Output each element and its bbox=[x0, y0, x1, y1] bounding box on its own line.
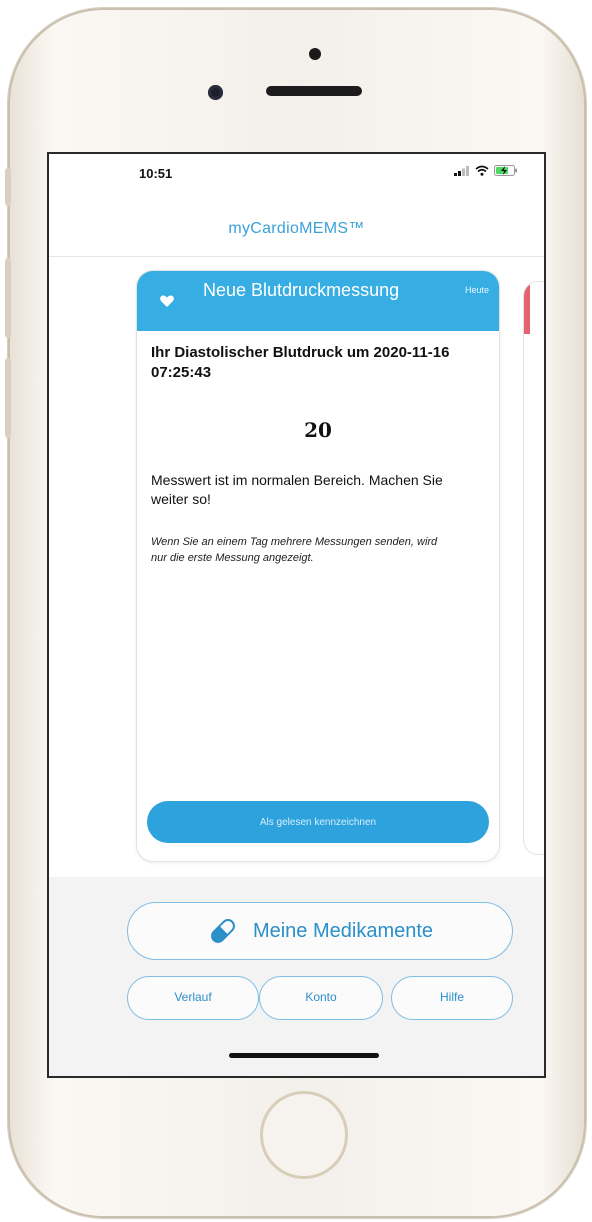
home-indicator bbox=[229, 1053, 379, 1058]
my-medications-button[interactable]: Meine Medikamente bbox=[127, 902, 513, 960]
history-button[interactable]: Verlauf bbox=[127, 976, 259, 1020]
wifi-icon bbox=[475, 165, 489, 176]
next-notification-card[interactable] bbox=[524, 282, 544, 854]
card-date: Heute bbox=[464, 285, 489, 295]
pill-icon bbox=[211, 919, 235, 943]
mute-switch bbox=[5, 168, 11, 206]
my-medications-label: Meine Medikamente bbox=[252, 919, 434, 942]
card-note: Wenn Sie an einem Tag mehrere Messungen … bbox=[151, 536, 438, 564]
phone-screen: 10:51 myCardioMEMS™ Neue Blutdruckmessun… bbox=[47, 152, 546, 1078]
status-bar: 10:51 bbox=[49, 154, 544, 202]
volume-up-button bbox=[5, 258, 11, 338]
proximity-sensor bbox=[309, 48, 321, 60]
account-button[interactable]: Konto bbox=[259, 976, 383, 1020]
notification-card: Neue Blutdruckmessung Heute Ihr Diastoli… bbox=[137, 271, 499, 861]
app-title: myCardioMEMS™ bbox=[228, 220, 365, 237]
heart-tag-icon bbox=[160, 295, 174, 307]
status-time: 10:51 bbox=[139, 166, 173, 181]
next-card-accent bbox=[524, 282, 530, 334]
card-header: Neue Blutdruckmessung Heute bbox=[137, 271, 499, 331]
battery-charging-icon bbox=[494, 165, 517, 176]
card-message: Messwert ist im normalen Bereich. Machen… bbox=[151, 472, 443, 507]
mark-as-read-button[interactable]: Als gelesen kennzeichnen bbox=[147, 801, 489, 843]
home-button[interactable] bbox=[260, 1091, 348, 1179]
front-camera bbox=[208, 85, 223, 100]
card-headline: Ihr Diastolischer Blutdruck um 2020-11-1… bbox=[151, 344, 450, 381]
status-icons bbox=[454, 165, 518, 176]
volume-down-button bbox=[5, 358, 11, 438]
measurement-value: 20 bbox=[304, 418, 332, 442]
help-button[interactable]: Hilfe bbox=[391, 976, 513, 1020]
signal-icon bbox=[454, 165, 469, 176]
card-title: Neue Blutdruckmessung bbox=[203, 280, 400, 300]
earpiece-speaker bbox=[266, 86, 362, 96]
